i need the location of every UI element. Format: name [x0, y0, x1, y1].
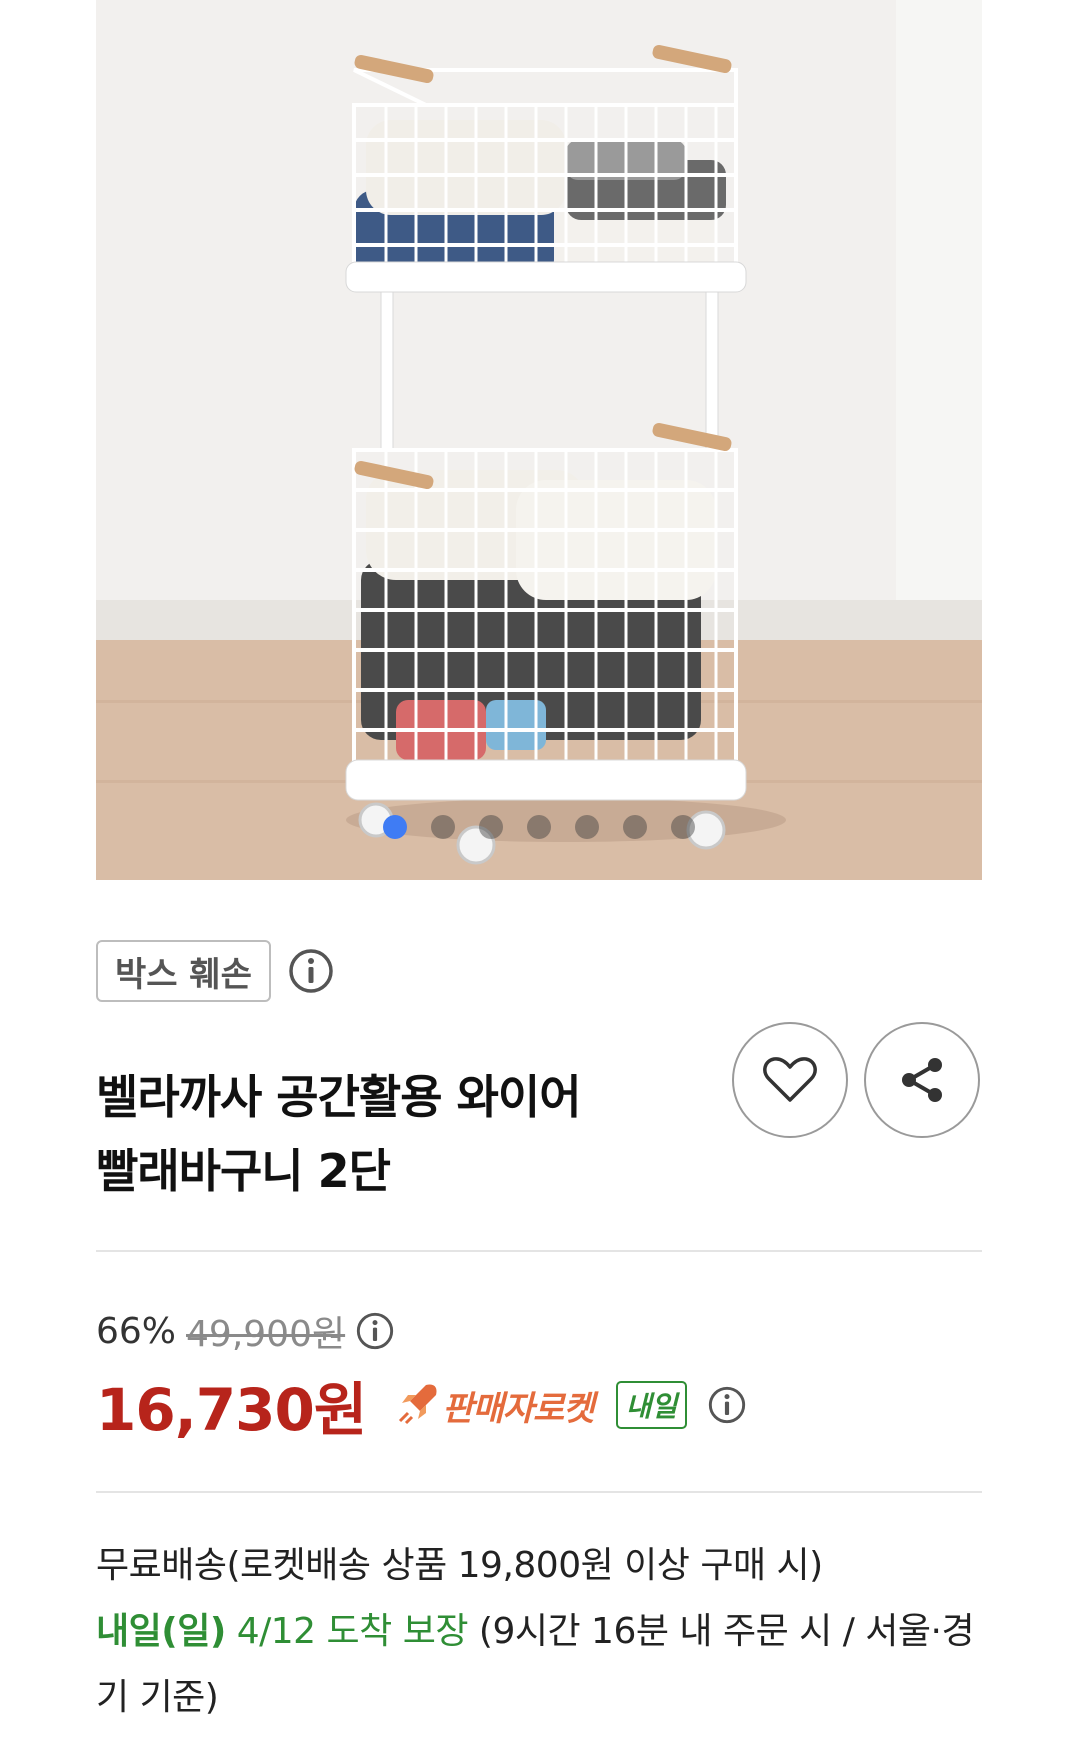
info-icon[interactable]: [287, 947, 335, 995]
favorite-button[interactable]: [732, 1022, 848, 1138]
carousel-dot[interactable]: [383, 815, 407, 839]
product-image[interactable]: [96, 0, 982, 880]
arrival-date: 4/12 도착 보장: [236, 1611, 469, 1652]
info-icon[interactable]: [355, 1311, 395, 1351]
product-title-line1: 벨라까사 공간활용 와이어: [96, 1070, 582, 1124]
product-title-line2: 빨래바구니 2단: [96, 1144, 391, 1198]
info-icon[interactable]: [707, 1385, 747, 1425]
divider: [96, 1250, 982, 1252]
carousel-dot[interactable]: [431, 815, 455, 839]
arrival-guarantee: 내일(일) 4/12 도착 보장 (9시간 16분 내 주문 시 / 서울·경기…: [96, 1599, 976, 1731]
box-damaged-badge: 박스 훼손: [96, 940, 271, 1002]
share-button[interactable]: [864, 1022, 980, 1138]
arrival-condition: (9시간 16분 내 주문 시 / 서울·경기 기준): [96, 1611, 975, 1718]
carousel-dot[interactable]: [527, 815, 551, 839]
carousel-dot[interactable]: [623, 815, 647, 839]
share-icon: [902, 1058, 942, 1102]
tomorrow-delivery-badge: 내일: [615, 1381, 688, 1429]
sale-price-row: 16,730원 판매자로켓 내일: [96, 1367, 747, 1444]
original-price: 49,900원: [186, 1314, 346, 1355]
divider: [96, 1491, 982, 1493]
arrival-day: 내일(일): [96, 1611, 226, 1652]
laundry-basket-illustration: [96, 0, 982, 880]
product-title: 벨라까사 공간활용 와이어 빨래바구니 2단: [96, 1060, 656, 1208]
carousel-dot[interactable]: [671, 815, 695, 839]
free-shipping-text: 무료배송(로켓배송 상품 19,800원 이상 구매 시): [96, 1545, 823, 1586]
condition-badge-row: 박스 훼손: [96, 940, 335, 1002]
original-price-row: 66% 49,900원: [96, 1305, 395, 1357]
heart-icon: [763, 1057, 817, 1102]
rocket-icon: [396, 1381, 440, 1429]
delivery-info: 무료배송(로켓배송 상품 19,800원 이상 구매 시) 내일(일) 4/12…: [96, 1533, 976, 1731]
seller-rocket-label: 판매자로켓: [442, 1388, 594, 1429]
carousel-dot[interactable]: [575, 815, 599, 839]
carousel-indicator: [96, 815, 982, 839]
sale-price: 16,730원: [96, 1376, 367, 1444]
discount-rate: 66%: [96, 1310, 177, 1352]
carousel-dot[interactable]: [479, 815, 503, 839]
